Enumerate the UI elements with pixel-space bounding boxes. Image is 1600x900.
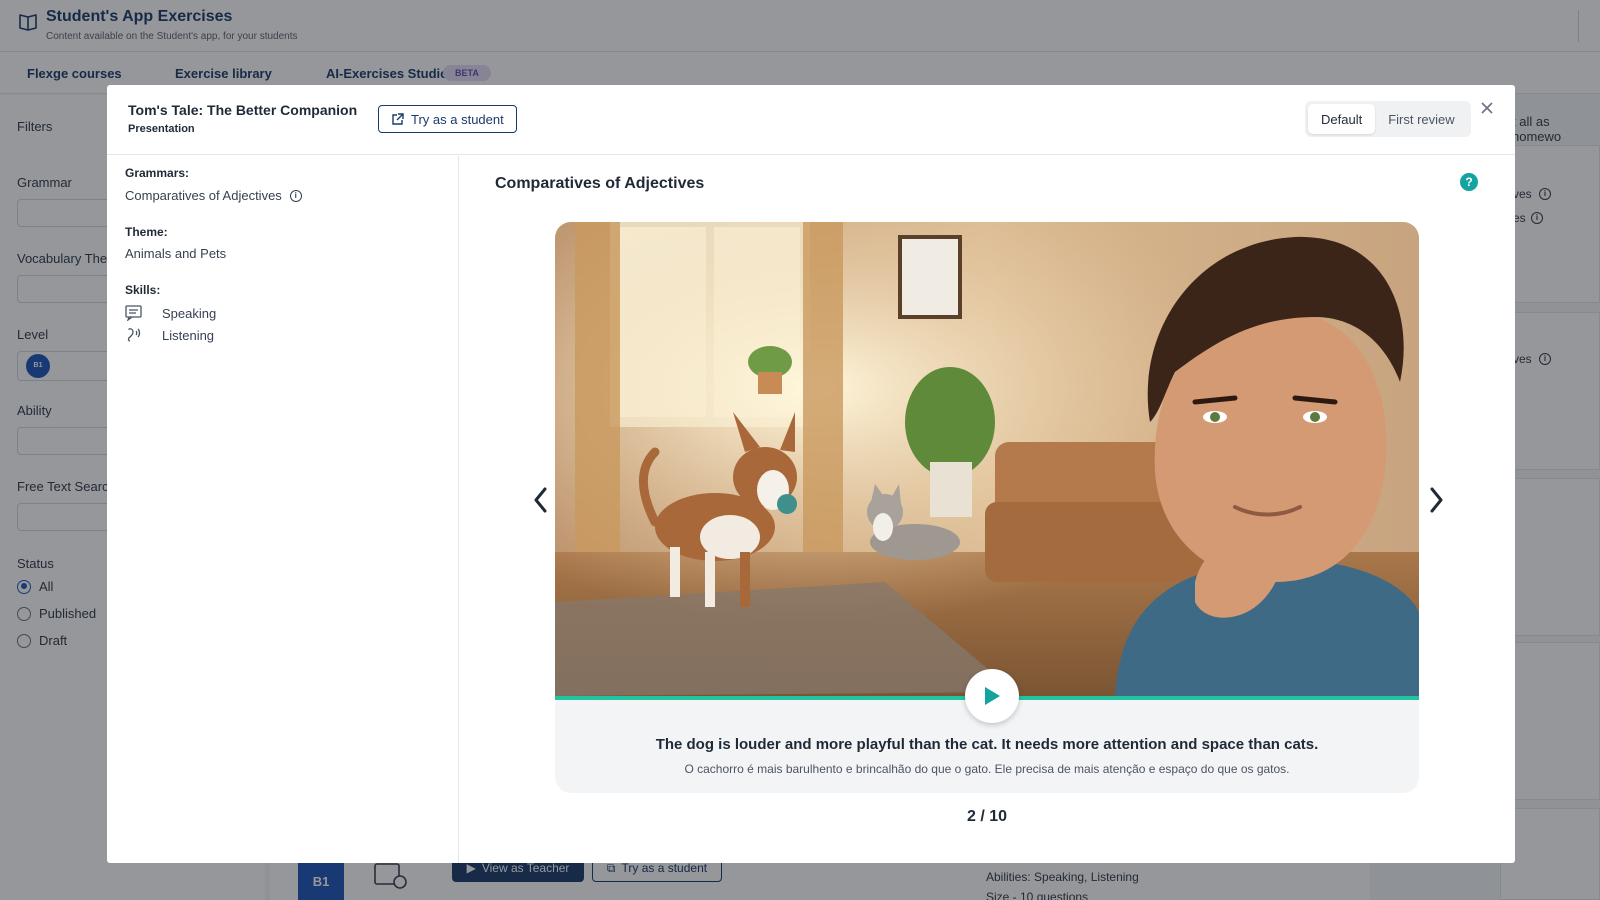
grammar-value: Comparatives of Adjectives i bbox=[125, 188, 302, 203]
modal-header: Tom's Tale: The Better Companion Present… bbox=[107, 85, 1515, 155]
skill-label: Listening bbox=[162, 327, 215, 343]
previous-slide-arrow[interactable] bbox=[530, 485, 552, 515]
slide-illustration bbox=[555, 222, 1419, 696]
slide-caption: The dog is louder and more playful than … bbox=[655, 736, 1319, 753]
play-icon bbox=[985, 687, 1000, 705]
slide-translation: O cachorro é mais barulhento e brincalhã… bbox=[684, 762, 1290, 776]
modal-title: Tom's Tale: The Better Companion bbox=[128, 102, 358, 118]
help-icon[interactable]: ? bbox=[1460, 173, 1478, 191]
close-icon[interactable] bbox=[1479, 100, 1495, 116]
play-audio-button[interactable] bbox=[965, 669, 1019, 723]
content-title: Comparatives of Adjectives bbox=[495, 175, 705, 192]
next-slide-arrow[interactable] bbox=[1425, 485, 1447, 515]
speaking-icon bbox=[125, 305, 142, 321]
modal-type: Presentation bbox=[128, 123, 195, 135]
exercise-details-panel: Grammars: Comparatives of Adjectives i T… bbox=[107, 156, 459, 863]
external-link-icon bbox=[392, 112, 404, 125]
presentation-slide: The dog is louder and more playful than … bbox=[555, 222, 1419, 793]
skills-heading: Skills: bbox=[125, 283, 161, 297]
info-icon[interactable]: i bbox=[289, 189, 302, 202]
skill-label: Speaking bbox=[162, 305, 217, 321]
theme-value: Animals and Pets bbox=[125, 246, 227, 261]
review-mode-toggle: Default First review bbox=[1305, 101, 1471, 137]
skill-listening: Listening bbox=[125, 327, 214, 343]
try-as-student-label: Try as a student bbox=[411, 111, 504, 127]
grammars-heading: Grammars: bbox=[125, 166, 190, 180]
mode-default-button[interactable]: Default bbox=[1308, 104, 1376, 134]
try-as-student-button[interactable]: Try as a student bbox=[378, 105, 517, 133]
grammar-text: Comparatives of Adjectives bbox=[125, 188, 282, 203]
exercise-preview-modal: Tom's Tale: The Better Companion Present… bbox=[107, 85, 1515, 863]
theme-heading: Theme: bbox=[125, 225, 168, 239]
skill-speaking: Speaking bbox=[125, 305, 216, 321]
mode-first-review-button[interactable]: First review bbox=[1375, 104, 1467, 134]
listening-icon bbox=[127, 328, 141, 342]
slide-pager: 2 / 10 bbox=[966, 808, 1008, 825]
